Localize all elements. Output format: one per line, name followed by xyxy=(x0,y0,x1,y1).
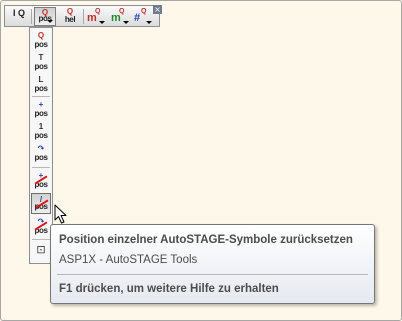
autostage-toolbar: I Q Q pos Q hel Q m Q m Q # × xyxy=(4,5,162,27)
hash-q-button[interactable]: Q # xyxy=(132,7,154,26)
palette-item-l-pos[interactable]: L pos xyxy=(31,74,51,95)
dropdown-arrow-icon xyxy=(123,21,129,24)
palette-item-t-pos[interactable]: T pos xyxy=(31,52,51,73)
dropdown-arrow-icon xyxy=(146,21,152,24)
one-icon: 1 xyxy=(38,122,44,131)
palette-separator xyxy=(32,167,50,168)
palette-separator xyxy=(32,96,50,97)
palette-item-q-pos[interactable]: Q pos xyxy=(31,30,51,51)
tooltip-title: Position einzelner AutoSTAGE-Symbole zur… xyxy=(59,234,353,246)
pos-label: pos xyxy=(34,40,48,49)
l-icon: L xyxy=(38,75,44,84)
mouse-pointer-icon xyxy=(54,204,67,224)
palette-separator xyxy=(32,239,50,240)
palette-item-plus-pos[interactable]: + pos xyxy=(31,99,51,120)
palette-item-frame[interactable]: ⊡ xyxy=(31,241,51,262)
q-icon: Q xyxy=(37,31,45,40)
crosshair-icon: + xyxy=(38,100,44,109)
toolbar-separator xyxy=(83,9,84,24)
position-table-button[interactable]: I Q xyxy=(8,7,30,26)
palette-item-reset-symbol-pos[interactable]: / pos xyxy=(31,193,51,214)
pos-label: pos xyxy=(34,62,48,71)
toolbar-separator xyxy=(31,9,32,24)
tooltip-divider xyxy=(57,274,368,275)
palette-item-reset-plus-pos[interactable]: + pos xyxy=(31,170,51,191)
m-q-red-button[interactable]: Q m xyxy=(85,7,107,26)
dropdown-arrow-icon xyxy=(47,20,53,23)
tooltip-subtitle: ASP1X - AutoSTAGE Tools xyxy=(59,254,198,266)
m-q-green-button[interactable]: Q m xyxy=(109,7,131,26)
palette-item-reset-rotate-pos[interactable]: ↷ pos xyxy=(31,216,51,237)
hel-label: hel xyxy=(64,15,76,24)
frame-icon: ⊡ xyxy=(36,244,46,256)
tooltip-help-text: F1 drücken, um weitere Hilfe zu erhalten xyxy=(59,283,279,295)
tooltip: Position einzelner AutoSTAGE-Symbole zur… xyxy=(50,224,375,304)
pos-hl-button[interactable]: Q hel xyxy=(59,7,81,26)
pos-label: pos xyxy=(34,153,48,162)
dropdown-arrow-icon xyxy=(99,21,105,24)
pos-label: pos xyxy=(34,84,48,93)
pos-dropdown-button[interactable]: Q pos xyxy=(34,7,56,26)
pos-label: pos xyxy=(34,131,48,140)
palette-item-one-pos[interactable]: 1 pos xyxy=(31,121,51,142)
position-table-icon: I Q xyxy=(12,8,25,18)
close-icon[interactable]: × xyxy=(153,5,162,14)
t-icon: T xyxy=(38,53,44,62)
palette-item-rotate-pos[interactable]: ↷ pos xyxy=(31,143,51,164)
pos-label: pos xyxy=(34,109,48,118)
rotate-icon: ↷ xyxy=(37,144,45,153)
